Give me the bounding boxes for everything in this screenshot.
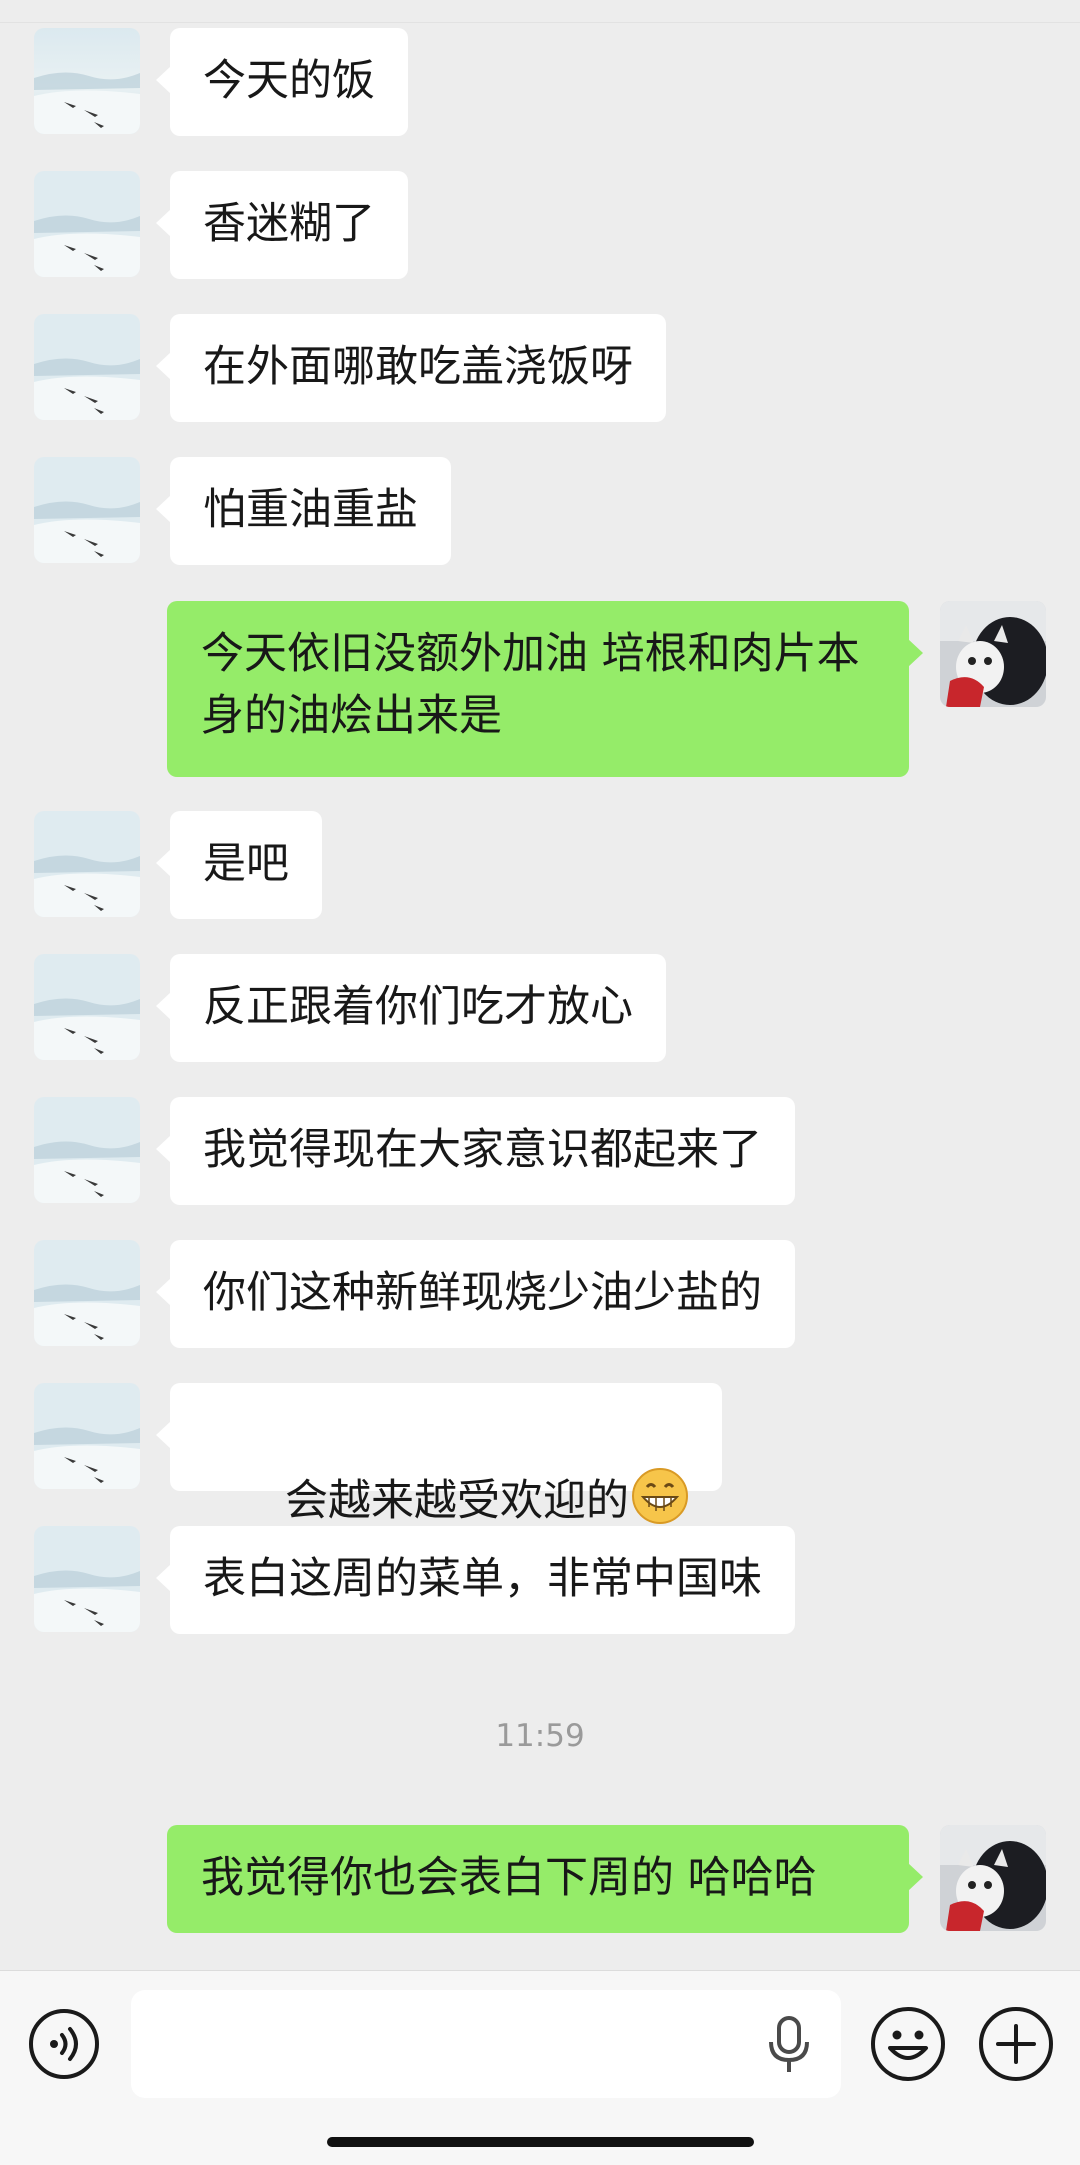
my-avatar[interactable]	[940, 601, 1046, 707]
message-input[interactable]	[151, 1990, 755, 2100]
microphone-icon[interactable]	[761, 2016, 817, 2074]
incoming-message[interactable]: 香迷糊了	[156, 171, 408, 279]
incoming-message[interactable]: 怕重油重盐	[156, 457, 451, 565]
contact-avatar[interactable]	[34, 457, 140, 563]
incoming-message[interactable]: 今天的饭	[156, 28, 408, 136]
outgoing-message[interactable]: 我觉得你也会表白下周的 哈哈哈	[167, 1825, 923, 1933]
contact-avatar[interactable]	[34, 1097, 140, 1203]
contact-avatar[interactable]	[34, 1240, 140, 1346]
contact-avatar[interactable]	[34, 811, 140, 917]
message-timestamp: 11:59	[495, 1718, 585, 1754]
my-avatar[interactable]	[940, 1825, 1046, 1931]
emoji-icon[interactable]	[870, 2006, 946, 2082]
contact-avatar[interactable]	[34, 171, 140, 277]
chat-area[interactable]: 今天的饭 香迷糊了 在外面哪敢吃盖浇饭呀 怕重油重盐 今天依旧没额外加油 培根和…	[0, 0, 1080, 1970]
incoming-message[interactable]: 反正跟着你们吃才放心	[156, 954, 666, 1062]
incoming-message[interactable]: 是吧	[156, 811, 322, 919]
message-input-box[interactable]	[131, 1990, 841, 2100]
contact-avatar[interactable]	[34, 314, 140, 420]
incoming-message[interactable]: 在外面哪敢吃盖浇饭呀	[156, 314, 666, 422]
outgoing-message[interactable]: 今天依旧没额外加油 培根和肉片本身的油烩出来是	[167, 601, 923, 777]
incoming-message[interactable]: 表白这周的菜单，非常中国味	[156, 1526, 795, 1634]
voice-icon[interactable]	[28, 2008, 100, 2080]
home-indicator[interactable]	[327, 2137, 754, 2147]
incoming-message[interactable]: 你们这种新鲜现烧少油少盐的	[156, 1240, 795, 1348]
message-text: 会越来越受欢迎的	[285, 1476, 630, 1526]
contact-avatar[interactable]	[34, 28, 140, 134]
contact-avatar[interactable]	[34, 1383, 140, 1489]
incoming-message[interactable]: 我觉得现在大家意识都起来了	[156, 1097, 795, 1205]
plus-icon[interactable]	[978, 2006, 1054, 2082]
contact-avatar[interactable]	[34, 1526, 140, 1632]
incoming-message[interactable]: 会越来越受欢迎的	[155, 1383, 723, 1526]
grinning-emoji-icon	[632, 1468, 689, 1524]
contact-avatar[interactable]	[34, 954, 140, 1060]
